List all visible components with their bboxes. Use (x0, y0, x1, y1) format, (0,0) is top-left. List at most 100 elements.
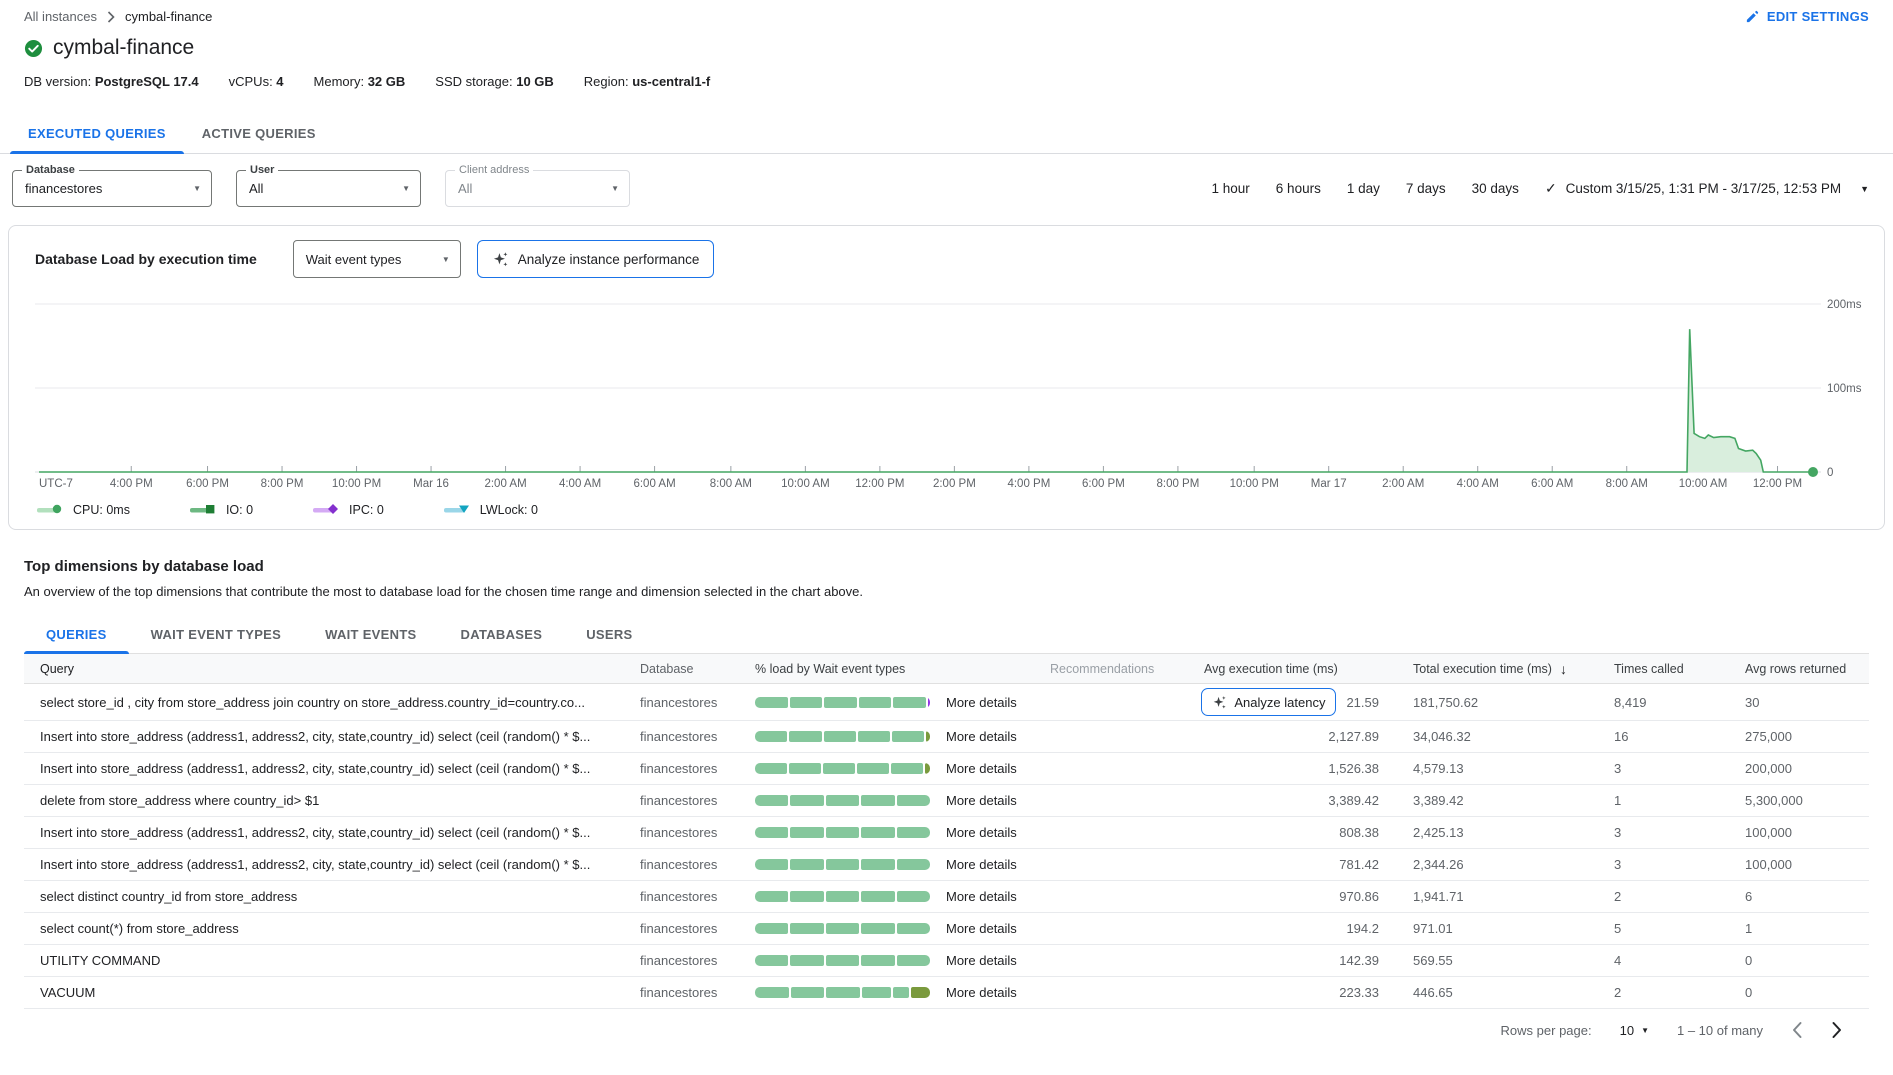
legend-item-lwlock[interactable]: LWLock: 0 (444, 503, 538, 517)
query-text[interactable]: Insert into store_address (address1, add… (24, 729, 640, 744)
more-details-link[interactable]: More details (946, 695, 1017, 710)
more-details-link[interactable]: More details (946, 953, 1017, 968)
load-bar-segment (826, 795, 859, 806)
load-bar-segment (862, 987, 891, 998)
load-bar-segment (755, 923, 788, 934)
more-details-link[interactable]: More details (946, 889, 1017, 904)
time-range-7-days[interactable]: 7 days (1406, 181, 1446, 196)
query-text[interactable]: select count(*) from store_address (24, 921, 640, 936)
load-bar (755, 923, 930, 934)
chevron-left-icon (1791, 1021, 1803, 1039)
edit-settings-button[interactable]: EDIT SETTINGS (1745, 9, 1869, 24)
breadcrumb-all-instances[interactable]: All instances (24, 9, 97, 24)
meta-label: SSD storage: (435, 74, 516, 89)
rows-per-page-select[interactable]: 10 ▼ (1620, 1023, 1649, 1038)
pagination: Rows per page: 10 ▼ 1 – 10 of many (24, 1021, 1869, 1039)
avg-rows-value: 30 (1745, 695, 1759, 710)
total-execution-cell: 3,389.42 (1395, 793, 1600, 808)
more-details-link[interactable]: More details (946, 761, 1017, 776)
legend-item-io[interactable]: IO: 0 (190, 503, 253, 517)
load-bar (755, 955, 930, 966)
query-text[interactable]: VACUUM (24, 985, 640, 1000)
avg-execution-cell: 808.38 (1190, 825, 1395, 840)
query-text[interactable]: select store_id , city from store_addres… (24, 695, 640, 710)
chart-header: Database Load by execution time Wait eve… (35, 240, 1868, 278)
analyze-latency-button[interactable]: Analyze latency (1201, 688, 1336, 716)
query-text[interactable]: select distinct country_id from store_ad… (24, 889, 640, 904)
breadcrumb: All instances cymbal-finance (24, 9, 212, 24)
x-axis-label: 10:00 PM (332, 478, 381, 490)
query-text[interactable]: Insert into store_address (address1, add… (24, 857, 640, 872)
next-page-button[interactable] (1831, 1021, 1843, 1039)
time-range-1-day[interactable]: 1 day (1347, 181, 1380, 196)
load-bar-segment (755, 987, 789, 998)
column-header-load-by-wait-event-types[interactable]: % load by Wait event types (755, 662, 1050, 676)
tab-databases[interactable]: DATABASES (439, 615, 565, 653)
client-address-filter[interactable]: Client addressAll▼ (445, 170, 630, 207)
more-details-link[interactable]: More details (946, 985, 1017, 1000)
load-chart[interactable]: 200ms100ms0UTC-74:00 PM6:00 PM8:00 PM10:… (25, 284, 1868, 496)
times-called-cell: 3 (1600, 825, 1735, 840)
table-row: select store_id , city from store_addres… (24, 684, 1869, 721)
more-details-link[interactable]: More details (946, 825, 1017, 840)
database-cell: financestores (640, 889, 755, 904)
more-details-link[interactable]: More details (946, 729, 1017, 744)
column-header-times-called[interactable]: Times called (1600, 662, 1735, 676)
avg-rows-value: 200,000 (1745, 761, 1792, 776)
table-body: select store_id , city from store_addres… (24, 684, 1869, 1009)
query-text[interactable]: UTILITY COMMAND (24, 953, 640, 968)
more-details-link[interactable]: More details (946, 793, 1017, 808)
column-header-recommendations[interactable]: Recommendations (1050, 662, 1190, 676)
chart-dimension-select[interactable]: Wait event types ▼ (293, 240, 461, 278)
x-axis-label: 12:00 PM (855, 478, 904, 490)
avg-execution-cell: 2,127.89 (1190, 729, 1395, 744)
legend-label: IPC: 0 (349, 503, 384, 517)
load-bar-segment (911, 987, 930, 998)
load-bar-segment (755, 827, 788, 838)
load-bar-segment (790, 955, 823, 966)
analyze-instance-performance-button[interactable]: Analyze instance performance (477, 240, 715, 278)
filter-value: All (249, 181, 263, 196)
column-header-database[interactable]: Database (640, 662, 755, 676)
legend-item-ipc[interactable]: IPC: 0 (313, 503, 384, 517)
legend-item-cpu[interactable]: CPU: 0ms (37, 503, 130, 517)
column-header-avg-execution-time-ms[interactable]: Avg execution time (ms) (1190, 662, 1395, 676)
total-execution-cell: 4,579.13 (1395, 761, 1600, 776)
tab-active-queries[interactable]: ACTIVE QUERIES (184, 113, 334, 153)
legend-label: CPU: 0ms (73, 503, 130, 517)
load-bar-segment (861, 859, 894, 870)
column-header-avg-rows-returned[interactable]: Avg rows returned (1735, 662, 1869, 676)
avg-execution-value: 223.33 (1339, 985, 1379, 1000)
time-range-custom[interactable]: ✓Custom 3/15/25, 1:31 PM - 3/17/25, 12:5… (1545, 180, 1869, 197)
database-cell: financestores (640, 857, 755, 872)
user-filter[interactable]: UserAll▼ (236, 170, 421, 207)
load-cell: More details (755, 953, 1050, 968)
column-header-query[interactable]: Query (24, 662, 640, 676)
database-filter[interactable]: Databasefinancestores▼ (12, 170, 212, 207)
table-row: Insert into store_address (address1, add… (24, 849, 1869, 881)
avg-execution-value: 808.38 (1339, 825, 1379, 840)
time-range-1-hour[interactable]: 1 hour (1212, 181, 1250, 196)
tab-queries[interactable]: QUERIES (24, 615, 129, 653)
query-text[interactable]: Insert into store_address (address1, add… (24, 825, 640, 840)
instance-meta-item: SSD storage: 10 GB (435, 74, 554, 89)
table-row: delete from store_address where country_… (24, 785, 1869, 817)
section-subtitle: An overview of the top dimensions that c… (24, 584, 1869, 599)
instance-meta-item: vCPUs: 4 (229, 74, 284, 89)
query-text[interactable]: Insert into store_address (address1, add… (24, 761, 640, 776)
y-axis-label: 100ms (1827, 383, 1862, 395)
avg-rows-cell: 100,000 (1735, 825, 1869, 840)
more-details-link[interactable]: More details (946, 857, 1017, 872)
time-range-30-days[interactable]: 30 days (1472, 181, 1519, 196)
tab-users[interactable]: USERS (564, 615, 654, 653)
avg-rows-cell: 200,000 (1735, 761, 1869, 776)
tab-executed-queries[interactable]: EXECUTED QUERIES (10, 113, 184, 153)
tab-wait-event-types[interactable]: WAIT EVENT TYPES (129, 615, 303, 653)
times-called-value: 4 (1614, 953, 1621, 968)
time-range-6-hours[interactable]: 6 hours (1276, 181, 1321, 196)
column-header-total-execution-time-ms[interactable]: Total execution time (ms)↓ (1395, 661, 1600, 677)
previous-page-button[interactable] (1791, 1021, 1803, 1039)
tab-wait-events[interactable]: WAIT EVENTS (303, 615, 438, 653)
query-text[interactable]: delete from store_address where country_… (24, 793, 640, 808)
more-details-link[interactable]: More details (946, 921, 1017, 936)
